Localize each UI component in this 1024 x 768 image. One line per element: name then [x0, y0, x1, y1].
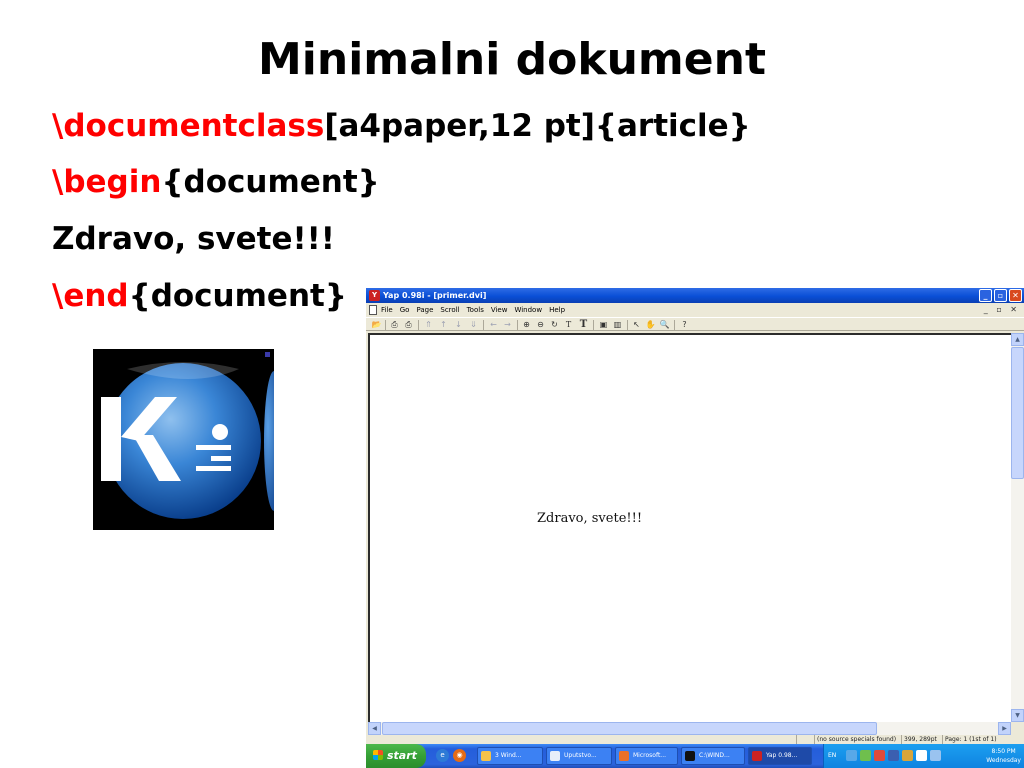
- yap-app-icon[interactable]: Y: [369, 290, 380, 301]
- task-windows-folders[interactable]: 3 Wind...: [477, 747, 543, 765]
- magnifier-icon[interactable]: 🔍: [659, 319, 670, 330]
- scroll-up-arrow-icon[interactable]: ▲: [1011, 333, 1024, 346]
- menu-file[interactable]: File: [381, 303, 393, 317]
- zoom-in-icon[interactable]: ⊕: [521, 319, 532, 330]
- slide-title: Minimalni dokument: [258, 34, 766, 85]
- title-bar[interactable]: Y Yap 0.98i - [primer.dvi] _ ▫ ✕: [366, 288, 1024, 303]
- document-icon[interactable]: [369, 305, 377, 315]
- page-down-icon[interactable]: ↓: [453, 319, 464, 330]
- scroll-left-arrow-icon[interactable]: ◀: [368, 722, 381, 735]
- start-label: start: [387, 749, 417, 762]
- code-args: {document}: [128, 278, 347, 314]
- maximize-button[interactable]: ▫: [994, 289, 1007, 302]
- tray-mail-icon[interactable]: [874, 750, 885, 761]
- keyword-slash: \: [52, 108, 64, 144]
- help-icon[interactable]: ?: [679, 319, 690, 330]
- keyword-end: end: [63, 278, 129, 314]
- document-view[interactable]: Zdravo, svete!!!: [368, 333, 1011, 722]
- window-title: Yap 0.98i - [primer.dvi]: [383, 291, 487, 300]
- print-preview-icon[interactable]: ⎙: [403, 319, 414, 330]
- minimize-button[interactable]: _: [979, 289, 992, 302]
- folder-icon: [481, 751, 491, 761]
- open-icon[interactable]: 📂: [371, 319, 382, 330]
- taskbar-clock[interactable]: 8:50 PM Wednesday: [986, 747, 1021, 765]
- mdi-controls[interactable]: _ ▫ ✕: [984, 303, 1020, 317]
- last-page-icon[interactable]: ⇓: [468, 319, 479, 330]
- pointer-icon[interactable]: ↖: [631, 319, 642, 330]
- windows-flag-icon: [373, 750, 383, 760]
- yap-icon: [752, 751, 762, 761]
- tray-volume-icon[interactable]: [888, 750, 899, 761]
- task-yap[interactable]: Yap 0.98...: [748, 747, 812, 765]
- powerpoint-icon: [619, 751, 629, 761]
- refresh-icon[interactable]: ↻: [549, 319, 560, 330]
- menu-page[interactable]: Page: [416, 303, 433, 317]
- menu-list: File Go Page Scroll Tools View Window He…: [381, 303, 565, 317]
- clock-time: 8:50 PM: [991, 748, 1016, 755]
- quicklaunch-media-icon[interactable]: ◉: [453, 749, 466, 762]
- code-line-documentclass: \documentclass[a4paper,12 pt]{article}: [52, 106, 751, 146]
- menu-tools[interactable]: Tools: [467, 303, 484, 317]
- rendered-document-text: Zdravo, svete!!!: [537, 511, 643, 526]
- double-page-icon[interactable]: ▥: [612, 319, 623, 330]
- tray-security-icon[interactable]: [902, 750, 913, 761]
- code-args: [a4paper,12 pt]{article}: [324, 108, 751, 144]
- console-icon: [685, 751, 695, 761]
- back-icon[interactable]: ←: [488, 319, 499, 330]
- horizontal-scroll-thumb[interactable]: [382, 722, 877, 735]
- single-page-icon[interactable]: ▣: [598, 319, 609, 330]
- menu-window[interactable]: Window: [514, 303, 542, 317]
- yap-window: Y Yap 0.98i - [primer.dvi] _ ▫ ✕ File Go…: [366, 288, 1024, 768]
- word-doc-icon: [550, 751, 560, 761]
- toolbar: 📂 ⎙ ⎙ ⇑ ↑ ↓ ⇓ ← → ⊕ ⊖ ↻ T T ▣ ▥ ↖ ✋ 🔍 ?: [366, 317, 1024, 331]
- menu-view[interactable]: View: [491, 303, 508, 317]
- task-uputstvo-doc[interactable]: Uputstvo...: [546, 747, 612, 765]
- font-small-icon[interactable]: T: [563, 319, 574, 330]
- quicklaunch-browser-icon[interactable]: e: [436, 749, 449, 762]
- clock-day: Wednesday: [986, 757, 1021, 764]
- menu-scroll[interactable]: Scroll: [440, 303, 459, 317]
- code-line-begin: \begin{document}: [52, 162, 380, 202]
- forward-icon[interactable]: →: [502, 319, 513, 330]
- scroll-down-arrow-icon[interactable]: ▼: [1011, 709, 1024, 722]
- menu-go[interactable]: Go: [400, 303, 410, 317]
- windows-taskbar: start e ◉ 3 Wind... Uputstvo... Microsof…: [366, 744, 1024, 768]
- tray-app-icon[interactable]: [916, 750, 927, 761]
- task-microsoft-powerpoint[interactable]: Microsoft...: [615, 747, 678, 765]
- vertical-scroll-thumb[interactable]: [1011, 347, 1024, 479]
- code-line-body: Zdravo, svete!!!: [52, 221, 335, 257]
- scroll-right-arrow-icon[interactable]: ▶: [998, 722, 1011, 735]
- code-args: {document}: [161, 164, 380, 200]
- kile-logo-icon: [93, 349, 274, 530]
- keyword-slash: \: [52, 164, 64, 200]
- first-page-icon[interactable]: ⇑: [423, 319, 434, 330]
- keyword-begin: begin: [63, 164, 162, 200]
- hand-icon[interactable]: ✋: [645, 319, 656, 330]
- keyword-documentclass: documentclass: [63, 108, 325, 144]
- language-indicator[interactable]: EN: [828, 752, 836, 759]
- keyword-slash: \: [52, 278, 64, 314]
- task-command-prompt[interactable]: C:\WIND...: [681, 747, 745, 765]
- vertical-scrollbar[interactable]: ▲ ▼: [1011, 333, 1024, 722]
- menu-bar: File Go Page Scroll Tools View Window He…: [366, 303, 1024, 317]
- font-large-icon[interactable]: T: [578, 319, 589, 330]
- menu-help[interactable]: Help: [549, 303, 565, 317]
- system-tray: EN 8:50 PM Wednesday: [823, 744, 1024, 768]
- horizontal-scrollbar[interactable]: ◀ ▶: [368, 722, 1011, 735]
- code-line-end: \end{document}: [52, 276, 347, 316]
- zoom-out-icon[interactable]: ⊖: [535, 319, 546, 330]
- tray-display-icon[interactable]: [930, 750, 941, 761]
- tray-help-icon[interactable]: [846, 750, 857, 761]
- tray-network-icon[interactable]: [860, 750, 871, 761]
- page-up-icon[interactable]: ↑: [438, 319, 449, 330]
- print-icon[interactable]: ⎙: [389, 319, 400, 330]
- start-button[interactable]: start: [366, 744, 426, 768]
- close-button[interactable]: ✕: [1009, 289, 1022, 302]
